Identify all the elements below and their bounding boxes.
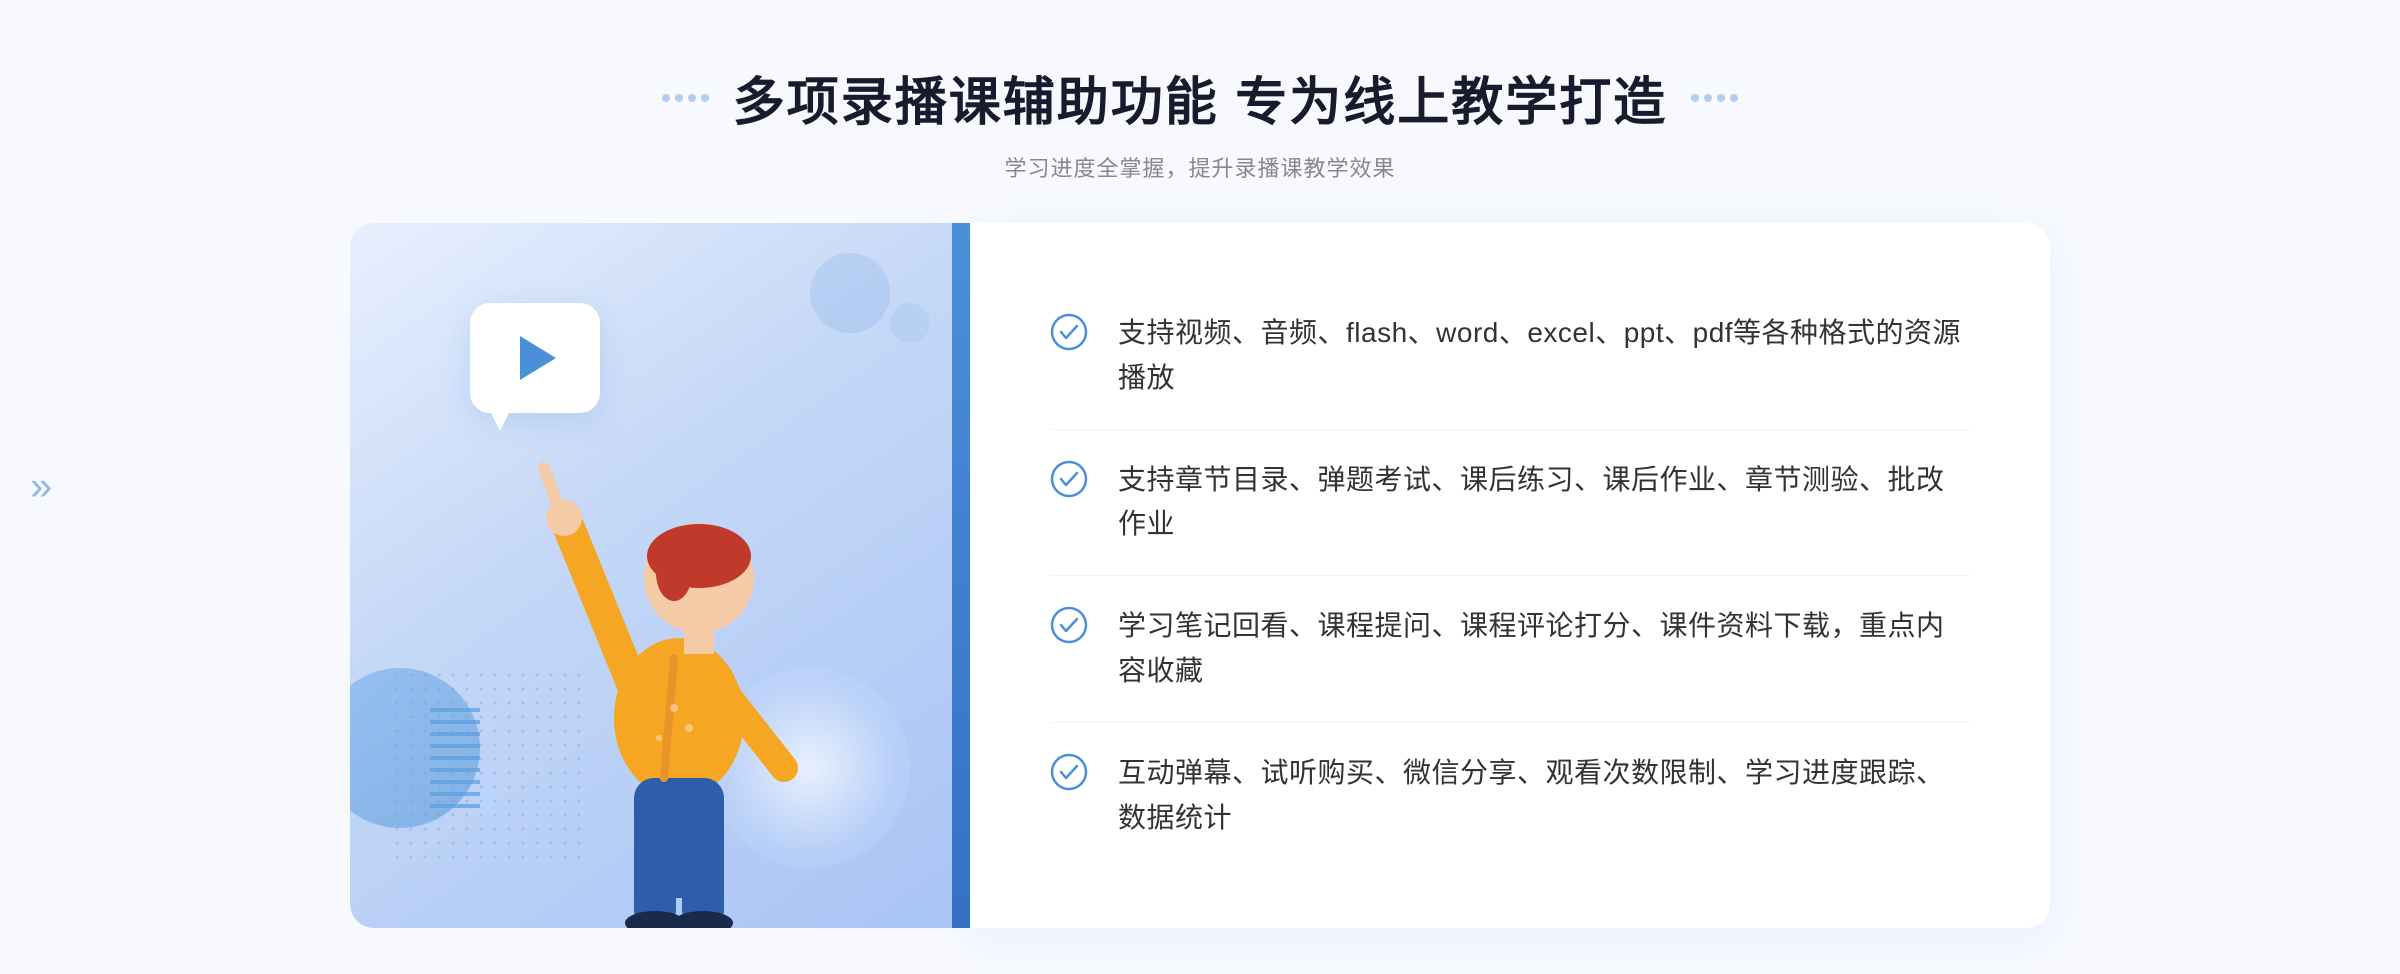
- person-illustration: [489, 408, 869, 928]
- feature-item-1: 支持视频、音频、flash、word、excel、ppt、pdf等各种格式的资源…: [1050, 283, 1970, 430]
- left-arrow-decoration: »: [30, 465, 52, 510]
- circle-decor-top: [810, 253, 890, 333]
- subtitle: 学习进度全掌握，提升录播课教学效果: [1004, 151, 1395, 183]
- main-title: 多项录播课辅助功能 专为线上教学打造: [733, 60, 1667, 135]
- blue-bar-accent: [952, 223, 970, 928]
- stripes-decor: [430, 708, 480, 808]
- play-icon: [520, 336, 556, 380]
- feature-item-2: 支持章节目录、弹题考试、课后练习、课后作业、章节测验、批改作业: [1050, 430, 1970, 577]
- features-panel: 支持视频、音频、flash、word、excel、ppt、pdf等各种格式的资源…: [970, 223, 2050, 928]
- content-area: 支持视频、音频、flash、word、excel、ppt、pdf等各种格式的资源…: [350, 223, 2050, 928]
- check-icon-3: [1050, 606, 1088, 644]
- feature-text-1: 支持视频、音频、flash、word、excel、ppt、pdf等各种格式的资源…: [1118, 311, 1970, 401]
- check-icon-2: [1050, 460, 1088, 498]
- header-section: 多项录播课辅助功能 专为线上教学打造 学习进度全掌握，提升录播课教学效果: [662, 60, 1738, 183]
- feature-text-4: 互动弹幕、试听购买、微信分享、观看次数限制、学习进度跟踪、数据统计: [1118, 751, 1970, 841]
- check-icon-1: [1050, 313, 1088, 351]
- feature-item-3: 学习笔记回看、课程提问、课程评论打分、课件资料下载，重点内容收藏: [1050, 576, 1970, 723]
- feature-text-3: 学习笔记回看、课程提问、课程评论打分、课件资料下载，重点内容收藏: [1118, 604, 1970, 694]
- feature-item-4: 互动弹幕、试听购买、微信分享、观看次数限制、学习进度跟踪、数据统计: [1050, 723, 1970, 869]
- title-dots-right: [1691, 94, 1738, 102]
- check-icon-4: [1050, 753, 1088, 791]
- circle-decor-small: [890, 303, 930, 343]
- feature-text-2: 支持章节目录、弹题考试、课后练习、课后作业、章节测验、批改作业: [1118, 458, 1970, 548]
- play-bubble: [470, 303, 600, 413]
- title-dots-left: [662, 94, 709, 102]
- page-container: 多项录播课辅助功能 专为线上教学打造 学习进度全掌握，提升录播课教学效果 »: [0, 0, 2400, 974]
- illustration-box: [350, 223, 970, 928]
- title-row: 多项录播课辅助功能 专为线上教学打造: [662, 60, 1738, 135]
